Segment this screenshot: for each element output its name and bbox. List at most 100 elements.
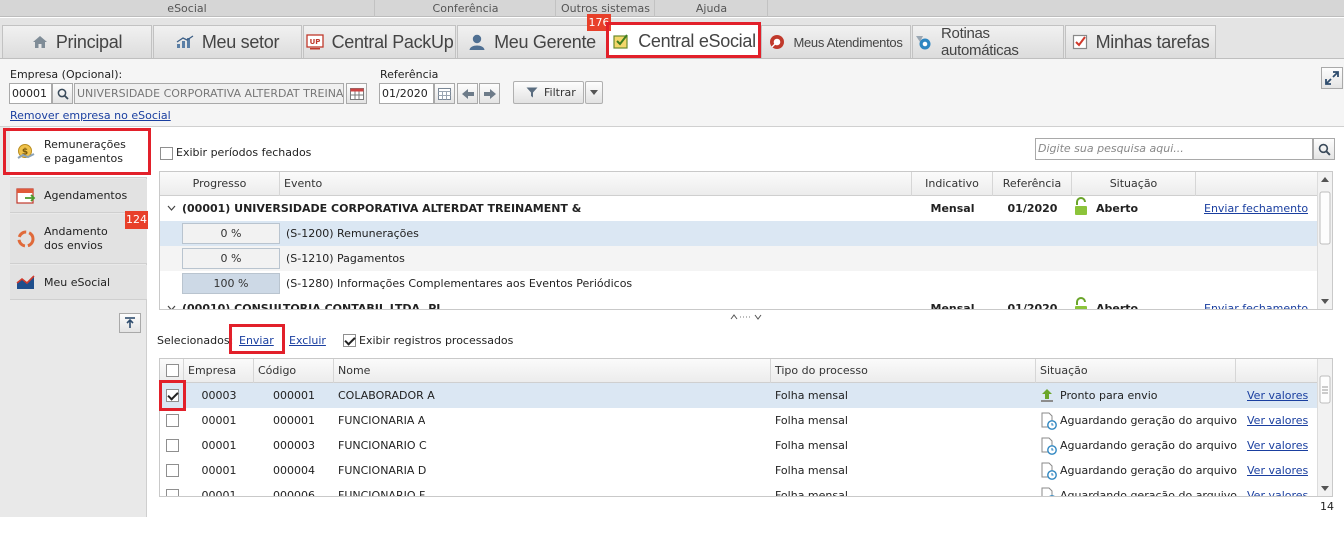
- tab-principal[interactable]: Principal: [2, 25, 152, 58]
- expand-button[interactable]: [1321, 67, 1343, 89]
- chevron-down-icon[interactable]: [167, 196, 176, 221]
- expand-icon: [1325, 71, 1339, 85]
- column-situacao[interactable]: Situação: [1036, 359, 1236, 383]
- cell-situacao: Aguardando geração do arquivo: [1060, 414, 1238, 427]
- referencia-label: Referência: [380, 68, 439, 81]
- row-checkbox[interactable]: [166, 464, 179, 477]
- event-name: (S-1200) Remunerações: [286, 227, 419, 240]
- search-icon: [57, 88, 69, 100]
- pending-file-icon: [1040, 433, 1058, 458]
- tab-meu-gerente[interactable]: Meu Gerente: [457, 25, 607, 58]
- period-group-title: (00010) CONSULTORIA CONTABIL LTDA. PI: [182, 302, 441, 310]
- bar-chart-icon: [176, 35, 194, 49]
- event-row[interactable]: 0 % (S-1210) Pagamentos: [160, 246, 1317, 271]
- column-select-all[interactable]: [160, 359, 184, 383]
- ver-valores-link[interactable]: Ver valores: [1247, 408, 1308, 433]
- unlock-icon: [1074, 196, 1092, 221]
- period-group-title: (00001) UNIVERSIDADE CORPORATIVA ALTERDA…: [182, 202, 582, 215]
- referencia-calendar-button[interactable]: [434, 83, 455, 104]
- records-grid: Empresa Código Nome Tipo do processo Sit…: [159, 358, 1333, 497]
- excluir-link[interactable]: Excluir: [289, 334, 326, 347]
- cell-tipo-processo: Folha mensal: [775, 489, 848, 497]
- cell-codigo: 000001: [273, 414, 315, 427]
- select-all-checkbox[interactable]: [166, 364, 179, 377]
- menu-item-conferencia[interactable]: Conferência: [376, 0, 556, 17]
- next-period-button[interactable]: [479, 83, 500, 104]
- tab-label: Central PackUp: [331, 31, 454, 52]
- cell-nome: FUNCIONARIA D: [338, 464, 427, 477]
- sidebar-item-meu-esocial[interactable]: Meu eSocial: [10, 265, 147, 300]
- ver-valores-link[interactable]: Ver valores: [1247, 458, 1308, 483]
- tab-label: Central eSocial: [638, 30, 756, 51]
- row-checkbox[interactable]: [166, 414, 179, 427]
- cell-nome: FUNCIONARIO F: [338, 489, 426, 497]
- periods-grid: Progresso Evento Indicativo Referência S…: [159, 171, 1333, 310]
- period-referencia: 01/2020: [1007, 202, 1058, 215]
- table-row[interactable]: 00001 000001 FUNCIONARIA A Folha mensal Agua…: [160, 408, 1317, 433]
- column-indicativo[interactable]: Indicativo: [912, 172, 993, 196]
- cell-situacao: Aguardando geração do arquivo: [1060, 439, 1238, 452]
- column-tipo-processo[interactable]: Tipo do processo: [771, 359, 1036, 383]
- event-row[interactable]: 100 % (S-1280) Informações Complementare…: [160, 271, 1317, 296]
- previous-period-button[interactable]: [457, 83, 478, 104]
- filter-icon: [526, 87, 538, 98]
- column-codigo[interactable]: Código: [254, 359, 334, 383]
- show-processed-checkbox[interactable]: [343, 334, 356, 347]
- empresa-code-field[interactable]: 00001: [9, 83, 52, 104]
- tab-meu-setor[interactable]: Meu setor: [153, 25, 302, 58]
- filtrar-button[interactable]: Filtrar: [513, 81, 584, 104]
- records-scrollbar[interactable]: [1317, 359, 1332, 496]
- filtrar-dropdown-button[interactable]: [585, 81, 603, 104]
- menu-item-esocial[interactable]: eSocial: [0, 0, 375, 17]
- column-nome[interactable]: Nome: [334, 359, 771, 383]
- table-row[interactable]: 00001 000006 FUNCIONARIO F Folha mensal Agua…: [160, 483, 1317, 497]
- tab-central-esocial[interactable]: Central eSocial: [608, 23, 760, 58]
- tab-label: Minhas tarefas: [1095, 31, 1210, 52]
- sidebar-item-remuneracoes[interactable]: $ Remunerações e pagamentos: [10, 127, 147, 178]
- column-progresso[interactable]: Progresso: [160, 172, 280, 196]
- column-referencia[interactable]: Referência: [993, 172, 1072, 196]
- cell-empresa: 00001: [201, 414, 237, 427]
- sidebar-item-agendamentos[interactable]: Agendamentos: [10, 179, 147, 213]
- tab-rotinas-automaticas[interactable]: Rotinas automáticas: [912, 25, 1064, 59]
- row-checkbox[interactable]: [166, 439, 179, 452]
- unlock-icon: [1074, 296, 1092, 309]
- tab-minhas-tarefas[interactable]: Minhas tarefas: [1065, 25, 1216, 58]
- ver-valores-link[interactable]: Ver valores: [1247, 383, 1308, 408]
- main-tab-bar: Principal Meu setor UP Central PackUp Me…: [0, 14, 1344, 59]
- chevron-down-icon[interactable]: [167, 296, 176, 309]
- table-row[interactable]: 00001 000003 FUNCIONARIO C Folha mensal Agua…: [160, 433, 1317, 458]
- tab-central-packup[interactable]: UP Central PackUp: [303, 25, 456, 58]
- column-empresa[interactable]: Empresa: [184, 359, 254, 383]
- empresa-list-button[interactable]: [346, 83, 367, 104]
- ver-valores-link[interactable]: Ver valores: [1247, 483, 1308, 496]
- table-row[interactable]: 00001 000004 FUNCIONARIA D Folha mensal Agua…: [160, 458, 1317, 483]
- enviar-link[interactable]: Enviar: [239, 334, 274, 347]
- period-search-input[interactable]: Digite sua pesquisa aqui...: [1035, 138, 1313, 160]
- column-situacao[interactable]: Situação: [1072, 172, 1196, 196]
- tab-label: Rotinas automáticas: [941, 25, 1019, 59]
- period-search-button[interactable]: [1313, 138, 1335, 160]
- row-checkbox[interactable]: [166, 489, 179, 496]
- collapse-sidebar-button[interactable]: [119, 313, 141, 333]
- enviar-fechamento-link[interactable]: Enviar fechamento: [1204, 296, 1308, 309]
- column-evento[interactable]: Evento: [280, 172, 912, 196]
- show-closed-periods-checkbox[interactable]: [160, 147, 173, 160]
- menu-item-ajuda[interactable]: Ajuda: [656, 0, 768, 17]
- enviar-fechamento-link[interactable]: Enviar fechamento: [1204, 196, 1308, 221]
- cell-situacao: Aguardando geração do arquivo: [1060, 489, 1238, 497]
- remover-empresa-link[interactable]: Remover empresa no eSocial: [10, 109, 171, 122]
- cell-codigo: 000006: [273, 489, 315, 497]
- event-row[interactable]: 0 % (S-1200) Remunerações: [160, 221, 1317, 246]
- period-group-row[interactable]: (00001) UNIVERSIDADE CORPORATIVA ALTERDA…: [160, 196, 1317, 221]
- period-group-row[interactable]: (00010) CONSULTORIA CONTABIL LTDA. PI Me…: [160, 296, 1317, 310]
- splitter-handle[interactable]: [729, 312, 763, 321]
- cell-empresa: 00003: [201, 389, 237, 402]
- table-row[interactable]: 00003 000001 COLABORADOR A Folha mensal Pron…: [160, 383, 1317, 408]
- empresa-search-button[interactable]: [52, 83, 73, 104]
- tab-meus-atendimentos[interactable]: Meus Atendimentos: [761, 25, 911, 58]
- ver-valores-link[interactable]: Ver valores: [1247, 433, 1308, 458]
- referencia-field[interactable]: 01/2020: [379, 83, 434, 104]
- periods-scrollbar[interactable]: [1317, 172, 1332, 309]
- row-checkbox[interactable]: [166, 389, 179, 402]
